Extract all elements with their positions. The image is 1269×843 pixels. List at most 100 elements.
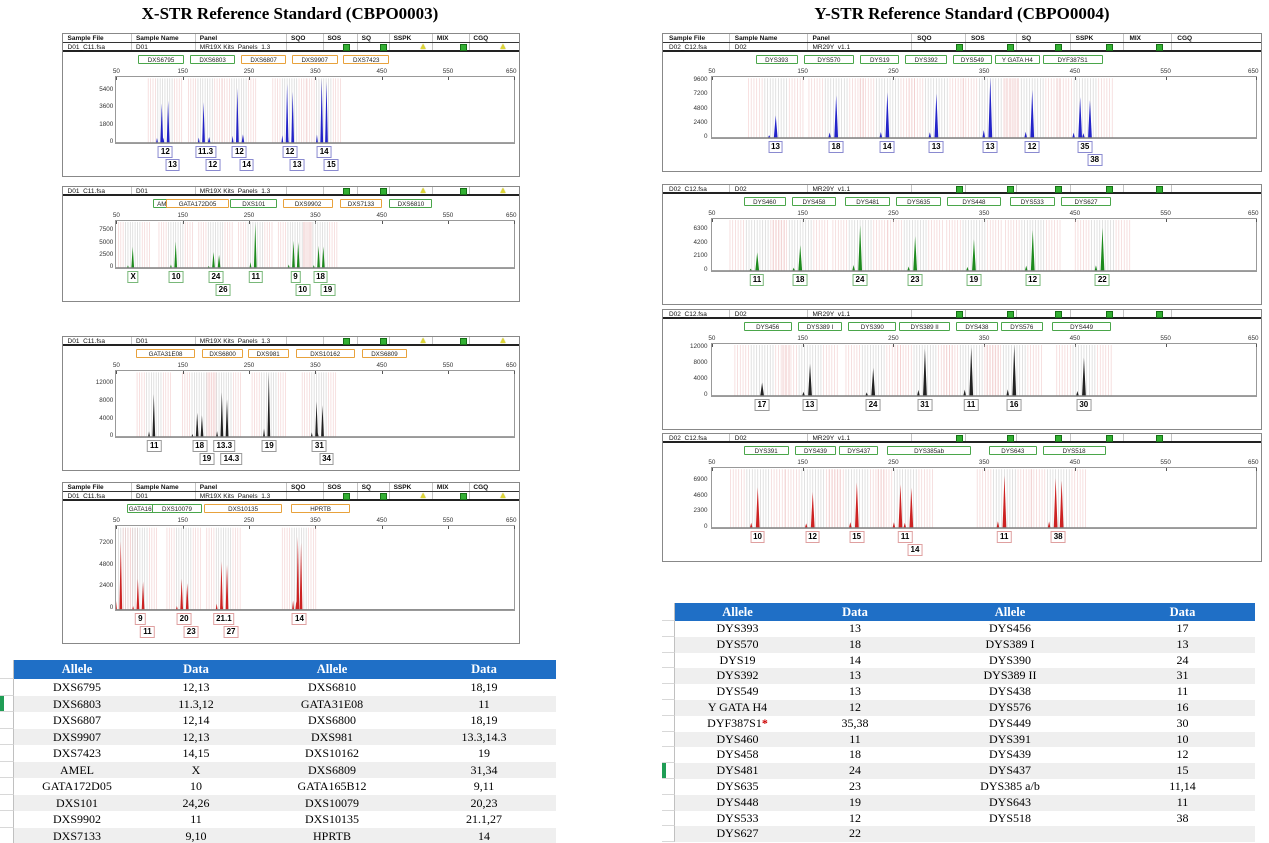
allele-call-box[interactable]: 10: [169, 271, 184, 283]
allele-cell[interactable]: DXS6810: [252, 679, 412, 696]
data-cell[interactable]: 12: [800, 700, 910, 716]
data-cell[interactable]: 11.3,12: [140, 696, 252, 713]
data-cell[interactable]: 24: [800, 763, 910, 779]
allele-cell[interactable]: DYS635: [675, 779, 800, 795]
data-cell[interactable]: 20,23: [412, 795, 556, 812]
allele-cell[interactable]: DYS458: [675, 747, 800, 763]
sample-row[interactable]: D02_C12.fsaD02MR29Y_v1.1: [663, 434, 1261, 443]
allele-call-box[interactable]: 18: [313, 271, 328, 283]
allele-cell[interactable]: DYF387S1*: [675, 716, 800, 732]
allele-call-box[interactable]: 27: [224, 626, 239, 638]
sample-row[interactable]: D02_C12.fsaD02MR29Y_v1.1: [663, 310, 1261, 319]
allele-call-box[interactable]: 34: [319, 453, 334, 465]
data-cell[interactable]: 11,14: [1110, 779, 1255, 795]
allele-call-box[interactable]: X: [127, 271, 138, 283]
allele-cell[interactable]: DXS981: [252, 729, 412, 746]
data-cell[interactable]: 18: [800, 747, 910, 763]
allele-call-box[interactable]: 14: [317, 146, 332, 158]
marker-chip[interactable]: DYS439: [795, 446, 837, 455]
allele-call-box[interactable]: 35: [1077, 141, 1092, 153]
data-cell[interactable]: 22: [800, 826, 910, 842]
data-cell[interactable]: 11: [412, 696, 556, 713]
marker-chip[interactable]: DYS549: [953, 55, 992, 64]
data-cell[interactable]: 9,10: [140, 828, 252, 843]
gutter-cell[interactable]: [662, 732, 675, 748]
gutter-cell[interactable]: [0, 762, 14, 779]
allele-call-box[interactable]: 13: [165, 159, 180, 171]
allele-call-box[interactable]: 24: [853, 274, 868, 286]
allele-cell[interactable]: HPRTB: [252, 828, 412, 843]
allele-call-box[interactable]: 19: [199, 453, 214, 465]
data-cell[interactable]: 35,38: [800, 716, 910, 732]
allele-call-box[interactable]: 11: [140, 626, 154, 638]
data-cell[interactable]: 30: [1110, 716, 1255, 732]
gutter-cell[interactable]: [0, 745, 14, 762]
allele-cell[interactable]: DXS6795: [14, 679, 140, 696]
data-cell[interactable]: 14: [800, 653, 910, 669]
gutter-cell[interactable]: [662, 763, 675, 779]
marker-chip[interactable]: DXS10135: [204, 504, 282, 513]
allele-call-box[interactable]: 12: [232, 146, 247, 158]
allele-cell[interactable]: DYS389 II: [910, 668, 1110, 684]
allele-call-box[interactable]: 18: [829, 141, 844, 153]
allele-call-box[interactable]: 12: [282, 146, 297, 158]
allele-call-box[interactable]: 26: [216, 284, 231, 296]
allele-call-box[interactable]: 12: [805, 531, 820, 543]
allele-call-box[interactable]: 13: [768, 141, 783, 153]
marker-chip[interactable]: DXS6803: [190, 55, 236, 64]
marker-chip[interactable]: DYS19: [860, 55, 899, 64]
allele-call-box[interactable]: 14: [239, 159, 254, 171]
allele-call-box[interactable]: 11: [147, 440, 161, 452]
data-cell[interactable]: 31,34: [412, 762, 556, 779]
allele-cell[interactable]: DXS6809: [252, 762, 412, 779]
data-cell[interactable]: 12: [800, 811, 910, 827]
marker-chip[interactable]: DYS438: [956, 322, 998, 331]
data-cell[interactable]: 13: [800, 684, 910, 700]
allele-call-box[interactable]: 13: [929, 141, 944, 153]
marker-chip[interactable]: DXS6809: [362, 349, 408, 358]
allele-cell[interactable]: Y GATA H4: [675, 700, 800, 716]
allele-cell[interactable]: DYS460: [675, 732, 800, 748]
allele-call-box[interactable]: 14: [908, 544, 923, 556]
data-cell[interactable]: 19: [412, 745, 556, 762]
allele-call-box[interactable]: 13: [983, 141, 998, 153]
marker-chip[interactable]: GATA31E08: [136, 349, 195, 358]
marker-chip[interactable]: DXS9907: [292, 55, 338, 64]
sample-row[interactable]: D01_C11.fsaD01MR19X Kits_Panels_1.3▲▲: [63, 43, 519, 52]
gutter-cell[interactable]: [662, 716, 675, 732]
allele-call-box[interactable]: 11: [750, 274, 764, 286]
marker-chip[interactable]: DXS101: [230, 199, 277, 208]
allele-call-box[interactable]: 13: [290, 159, 305, 171]
sample-row[interactable]: D01_C11.fsaD01MR19X Kits_Panels_1.3▲▲: [63, 187, 519, 196]
allele-call-box[interactable]: 10: [750, 531, 765, 543]
allele-call-box[interactable]: 23: [184, 626, 199, 638]
gutter-cell[interactable]: [662, 826, 675, 842]
allele-call-box[interactable]: 24: [866, 399, 881, 411]
allele-call-box[interactable]: 13: [802, 399, 817, 411]
data-cell[interactable]: 16: [1110, 700, 1255, 716]
allele-call-box[interactable]: 14: [880, 141, 895, 153]
marker-chip[interactable]: DXS7133: [340, 199, 382, 208]
allele-cell[interactable]: DYS456: [910, 621, 1110, 637]
gutter-cell[interactable]: [0, 696, 14, 713]
allele-cell[interactable]: AMEL: [14, 762, 140, 779]
data-cell[interactable]: 21.1,27: [412, 811, 556, 828]
gutter-cell[interactable]: [662, 700, 675, 716]
allele-cell[interactable]: DYS481: [675, 763, 800, 779]
allele-call-box[interactable]: 31: [917, 399, 932, 411]
sample-row[interactable]: D01_C11.fsaD01MR19X Kits_Panels_1.3▲▲: [63, 337, 519, 346]
allele-cell[interactable]: DYS437: [910, 763, 1110, 779]
allele-call-box[interactable]: 13.3: [213, 440, 235, 452]
allele-call-box[interactable]: 10: [295, 284, 310, 296]
marker-chip[interactable]: DYS392: [905, 55, 947, 64]
allele-cell[interactable]: DXS6803: [14, 696, 140, 713]
allele-cell[interactable]: DYS627: [675, 826, 800, 842]
data-cell[interactable]: 13: [1110, 637, 1255, 653]
allele-cell[interactable]: [910, 826, 1110, 842]
allele-cell[interactable]: DXS7423: [14, 745, 140, 762]
allele-cell[interactable]: GATA165B12: [252, 778, 412, 795]
marker-chip[interactable]: DYS458: [792, 197, 837, 206]
allele-call-box[interactable]: 11: [898, 531, 912, 543]
marker-chip[interactable]: DYS449: [1052, 322, 1112, 331]
gutter-cell[interactable]: [662, 621, 675, 637]
